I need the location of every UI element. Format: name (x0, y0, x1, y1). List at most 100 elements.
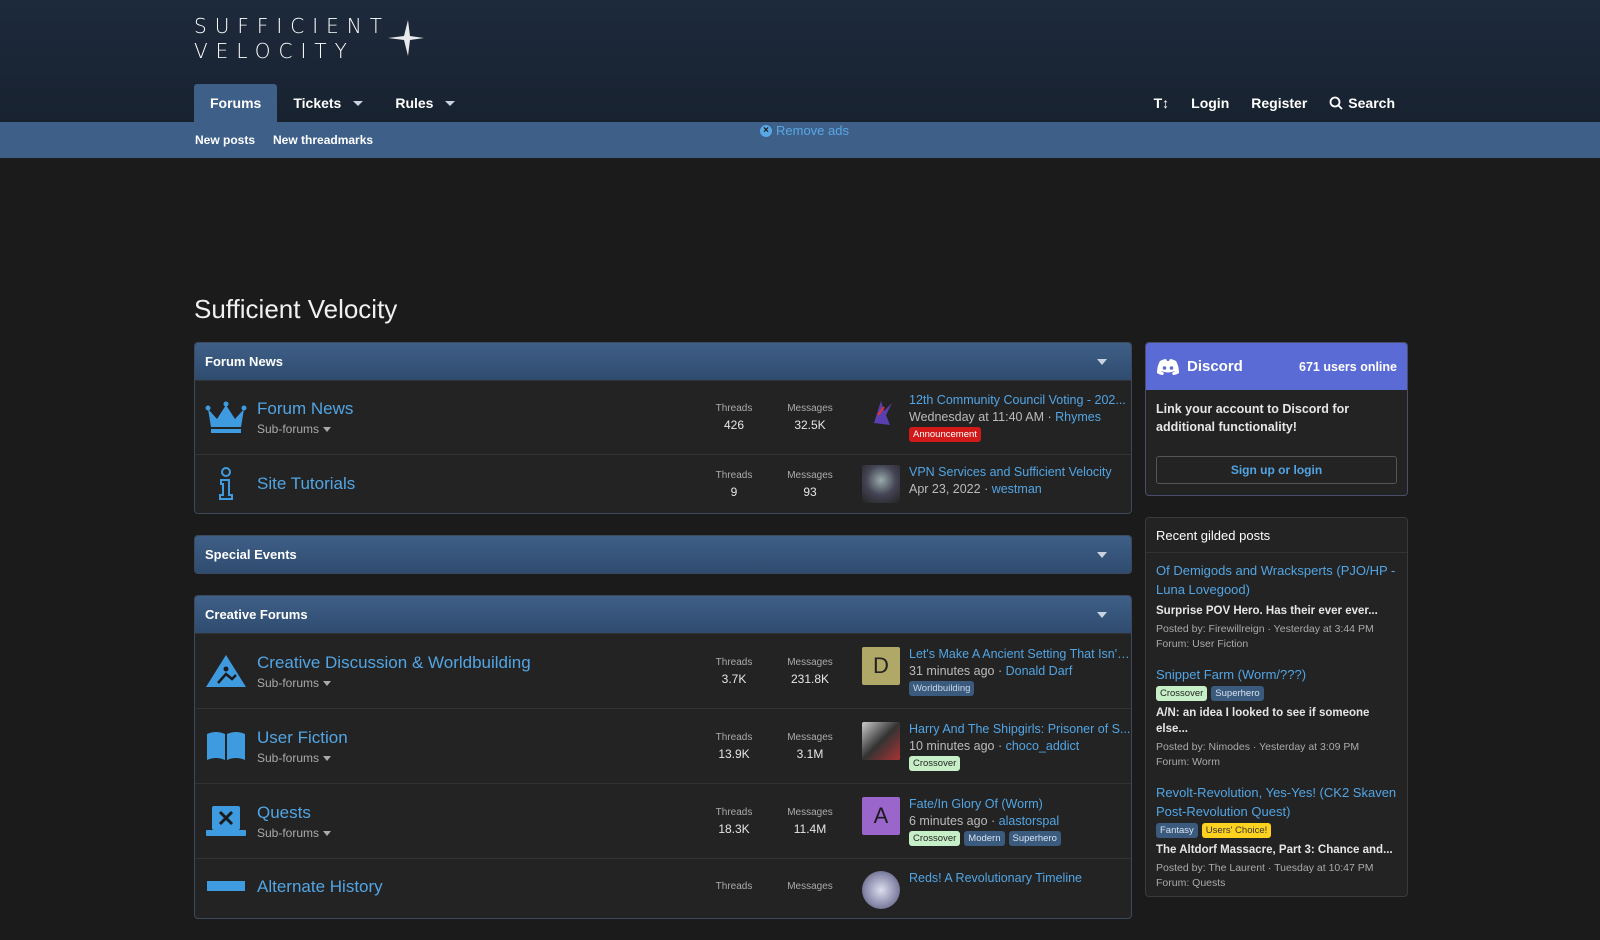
last-post-title[interactable]: 12th Community Council Voting - 202... (909, 393, 1131, 407)
last-post-user[interactable]: Donald Darf (1006, 664, 1073, 678)
nav-tab-rules[interactable]: Rules (379, 84, 471, 122)
chevron-down-icon[interactable] (353, 100, 364, 106)
text-size-button[interactable]: T↕ (1143, 88, 1181, 118)
avatar[interactable] (862, 721, 900, 760)
category-header[interactable]: Special Events (195, 536, 1131, 573)
chevron-down-icon (323, 680, 332, 686)
new-threadmarks-link[interactable]: New threadmarks (273, 133, 373, 147)
site-logo[interactable]: SUFFICIENT VELOCITY (194, 14, 426, 64)
prefix-tag[interactable]: Crossover (909, 755, 961, 771)
threads-stat: Threads 3.7K (696, 657, 772, 686)
gilded-excerpt: Surprise POV Hero. Has their ever ever..… (1156, 605, 1378, 617)
category-header[interactable]: Forum News (195, 343, 1131, 380)
last-post-time: Apr 23, 2022 (909, 482, 981, 496)
nav-tab-tickets[interactable]: Tickets (277, 84, 379, 122)
prefix-tag[interactable]: Users' Choice! (1201, 823, 1272, 838)
avatar[interactable] (862, 465, 900, 503)
search-button[interactable]: Search (1318, 88, 1406, 118)
avatar[interactable] (862, 393, 900, 431)
prefix-tag[interactable]: Crossover (909, 830, 961, 846)
messages-stat: Messages 32.5K (772, 403, 848, 432)
prefix-tag[interactable]: Crossover (1156, 686, 1208, 701)
forum-node: Site Tutorials Threads 9 Messages 93 VPN S… (195, 454, 1131, 513)
stat-value: 11.4M (793, 821, 827, 836)
gilded-title[interactable]: Revolt-Revolution, Yes-Yes! (CK2 Skaven … (1156, 783, 1397, 821)
discord-icon (1157, 358, 1179, 375)
gilded-title[interactable]: Snippet Farm (Worm/???) (1156, 665, 1397, 684)
last-post-title[interactable]: Harry And The Shipgirls: Prisoner of S..… (909, 722, 1131, 736)
prefix-tag[interactable]: Superhero (1008, 830, 1061, 846)
last-post: D Let's Make A Ancient Setting That Isn'… (848, 646, 1131, 696)
last-post-time: Wednesday at 11:40 AM (909, 410, 1045, 424)
nav-tab-forums[interactable]: Forums (194, 84, 278, 122)
last-post-title[interactable]: Fate/In Glory Of (Worm) (909, 797, 1131, 811)
main-nav: Forums Tickets Rules (194, 84, 471, 122)
forum-list: Forum News Forum News Sub-forums Threads… (194, 342, 1132, 940)
category-header[interactable]: Creative Forums (195, 596, 1131, 633)
discord-description: Link your account to Discord for additio… (1156, 402, 1350, 434)
subforums-toggle[interactable]: Sub-forums (257, 826, 696, 840)
last-post-title[interactable]: Let's Make A Ancient Setting That Isn't.… (909, 647, 1131, 661)
subforums-label: Sub-forums (257, 750, 320, 765)
logo-line-2: VELOCITY (194, 39, 355, 63)
subforums-toggle[interactable]: Sub-forums (257, 751, 696, 765)
subforums-toggle[interactable]: Sub-forums (257, 676, 696, 690)
subforums-label: Sub-forums (257, 422, 320, 436)
prefix-tag[interactable]: Announcement (909, 427, 981, 442)
subforums-label: Sub-forums (257, 675, 320, 690)
forum-title[interactable]: Forum News (257, 399, 696, 419)
stat-value: 231.8K (790, 671, 830, 686)
last-post: A Fate/In Glory Of (Worm) 6 minutes ago … (848, 796, 1131, 846)
messages-stat: Messages 93 (772, 470, 848, 499)
prefix-tag[interactable]: Modern (964, 830, 1005, 846)
stat-value: 93 (803, 484, 817, 499)
avatar[interactable]: A (862, 796, 900, 835)
last-post-user[interactable]: Rhymes (1055, 410, 1101, 424)
stat-value: 32.5K (794, 418, 826, 432)
book-icon (195, 730, 257, 762)
forum-node: User Fiction Sub-forums Threads 13.9K Mes… (195, 708, 1131, 783)
avatar[interactable]: D (862, 646, 900, 685)
last-post-user[interactable]: alastorspal (999, 814, 1059, 828)
collapse-toggle-icon[interactable] (1097, 551, 1107, 558)
remove-ads-label: Remove ads (776, 123, 849, 138)
last-post-time: 31 minutes ago (909, 663, 995, 678)
last-post: VPN Services and Sufficient Velocity Apr… (848, 465, 1131, 503)
crown-icon (195, 401, 257, 435)
category-title: Special Events (205, 547, 297, 562)
forum-title[interactable]: Quests (257, 803, 696, 823)
login-link[interactable]: Login (1180, 88, 1240, 118)
forum-node: Creative Discussion & Worldbuilding Sub-… (195, 633, 1131, 708)
stat-label: Messages (787, 656, 833, 668)
collapse-toggle-icon[interactable] (1097, 611, 1107, 618)
new-posts-link[interactable]: New posts (195, 133, 255, 147)
avatar[interactable] (862, 871, 900, 909)
last-post-time: 10 minutes ago (909, 738, 995, 753)
discord-header: Discord 671 users online (1146, 343, 1407, 390)
stat-label: Threads (715, 806, 753, 818)
forum-title[interactable]: Creative Discussion & Worldbuilding (257, 653, 696, 673)
last-post-user[interactable]: westman (992, 482, 1042, 496)
collapse-toggle-icon[interactable] (1097, 358, 1107, 365)
last-post-user[interactable]: choco_addict (1006, 739, 1080, 753)
remove-ads-link[interactable]: × Remove ads (760, 123, 849, 138)
site-header: SUFFICIENT VELOCITY Forums Tickets Rules… (0, 0, 1600, 122)
subforums-toggle[interactable]: Sub-forums (257, 422, 696, 436)
forum-title[interactable]: Alternate History (257, 877, 696, 897)
user-nav: T↕ Login Register Search (1143, 88, 1406, 118)
gilded-title[interactable]: Of Demigods and Wracksperts (PJO/HP - Lu… (1156, 561, 1397, 599)
prefix-tag[interactable]: Superhero (1211, 686, 1264, 701)
login-label: Login (1191, 95, 1230, 111)
register-link[interactable]: Register (1240, 88, 1318, 118)
messages-stat: Messages 3.1M (772, 732, 848, 761)
discord-login-button[interactable]: Sign up or login (1156, 456, 1397, 484)
forum-title[interactable]: Site Tutorials (257, 474, 696, 494)
threads-stat: Threads 9 (696, 470, 772, 499)
crescent-star-icon (387, 16, 424, 60)
chevron-down-icon[interactable] (445, 100, 456, 106)
prefix-tag[interactable]: Worldbuilding (909, 680, 975, 696)
forum-title[interactable]: User Fiction (257, 728, 696, 748)
last-post-title[interactable]: VPN Services and Sufficient Velocity (909, 465, 1131, 479)
last-post-title[interactable]: Reds! A Revolutionary Timeline (909, 871, 1131, 885)
prefix-tag[interactable]: Fantasy (1156, 823, 1198, 838)
